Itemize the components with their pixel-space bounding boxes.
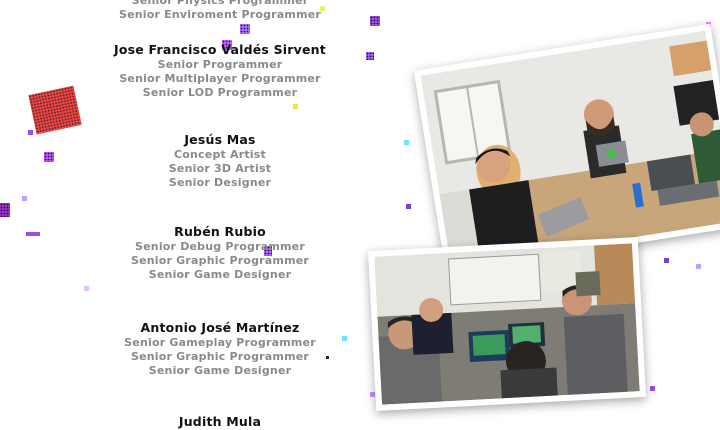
credit-role: Senior Multiplayer Programmer — [119, 72, 321, 85]
sparkle-icon — [26, 232, 40, 236]
credit-role: Senior LOD Programmer — [142, 86, 298, 99]
sparkle-icon — [664, 258, 669, 263]
credit-entry: Antonio José Martínez Senior Gameplay Pro… — [40, 320, 400, 378]
credit-role: Senior Physics Programmer — [131, 0, 309, 7]
credit-name: Antonio José Martínez — [140, 320, 300, 335]
credit-role: Senior Debug Programmer — [135, 240, 305, 253]
sparkle-icon — [0, 203, 10, 217]
sparkle-icon — [406, 204, 411, 209]
credit-name: Rubén Rubio — [174, 224, 266, 239]
students-playing-photo — [374, 243, 640, 405]
team-photo-frame — [413, 23, 720, 274]
credit-role: Senior Game Designer — [148, 268, 292, 281]
sparkle-icon — [28, 130, 33, 135]
credit-role: Senior Graphic Programmer — [130, 254, 310, 267]
credit-entry: Rubén Rubio Senior Debug Programmer Senior… — [40, 224, 400, 282]
credit-entry: Judith Mula — [40, 414, 400, 430]
credit-name: Jose Francisco Valdés Sirvent — [114, 42, 326, 57]
credit-name: Jesús Mas — [184, 132, 256, 147]
credit-entry: Senior Physics Programmer Senior Envirome… — [40, 0, 400, 22]
credit-role: Senior Gameplay Programmer — [124, 336, 316, 349]
sparkle-icon — [404, 140, 409, 145]
credit-role: Senior Enviroment Programmer — [118, 8, 322, 21]
credit-role: Senior 3D Artist — [168, 162, 272, 175]
credit-name: Judith Mula — [178, 414, 262, 429]
students-photo-frame — [367, 237, 647, 411]
team-working-photo — [420, 30, 720, 267]
credit-role: Senior Designer — [168, 176, 272, 189]
sparkle-icon — [696, 264, 701, 269]
credits-list: Senior Physics Programmer Senior Envirome… — [40, 0, 400, 430]
credit-entry: Jesús Mas Concept Artist Senior 3D Artist S… — [40, 132, 400, 190]
sparkle-icon — [22, 196, 27, 201]
credit-role: Concept Artist — [174, 148, 266, 161]
credit-role: Senior Game Designer — [148, 364, 292, 377]
sparkle-icon — [650, 386, 655, 391]
credit-role: Senior Graphic Programmer — [130, 350, 310, 363]
credit-role: Senior Programmer — [157, 58, 283, 71]
credit-entry: Jose Francisco Valdés Sirvent Senior Prog… — [40, 42, 400, 100]
